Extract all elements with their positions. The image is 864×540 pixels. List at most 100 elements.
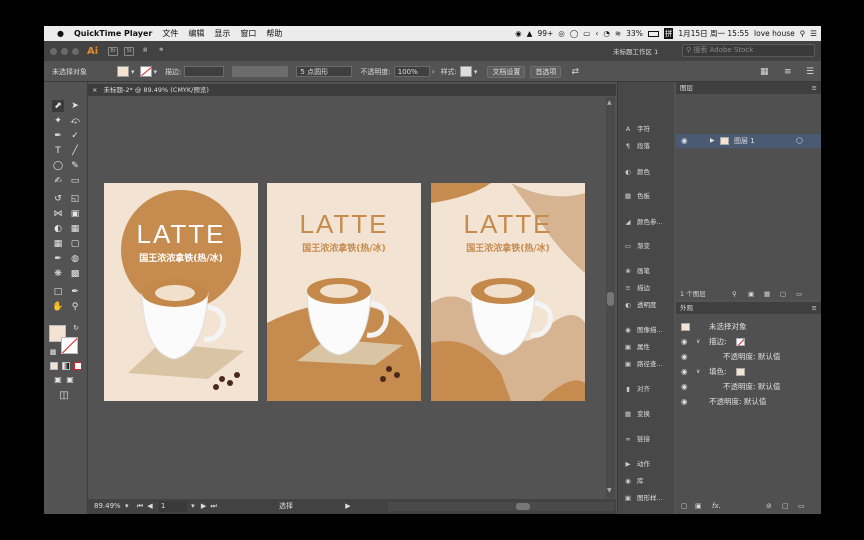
window-minimize-button[interactable] xyxy=(61,47,68,55)
bridge-button[interactable]: Br xyxy=(108,46,119,56)
artboard-3[interactable]: LATTE 国王浓浓拿铁(热/冰) xyxy=(431,183,585,401)
document-tab[interactable]: 未标题-2* @ 89.49% (CMYK/预览) xyxy=(104,86,209,94)
artboard-tool-icon[interactable]: □ xyxy=(52,286,64,298)
last-artboard-icon[interactable]: ⏭ xyxy=(210,502,216,510)
workspace-switcher[interactable]: 未标题工作区 1 xyxy=(613,46,658,56)
notification-badge[interactable]: 99+ xyxy=(537,29,553,38)
layers-tab[interactable]: 图层 ≡ xyxy=(676,82,821,94)
chevron-right-icon[interactable]: › xyxy=(432,68,435,76)
timemachine-icon[interactable]: ◔ xyxy=(603,29,610,38)
line-tool-icon[interactable]: ╱ xyxy=(69,145,81,157)
dock-align[interactable]: ▮ 对齐 xyxy=(623,382,650,396)
dock-actions[interactable]: ▶ 动作 xyxy=(623,457,651,471)
stroke-swatch[interactable] xyxy=(139,66,152,77)
menu-file[interactable]: 文件 xyxy=(157,28,183,39)
scale-tool-icon[interactable]: ◱ xyxy=(69,193,81,205)
magic-wand-tool-icon[interactable]: ✦ xyxy=(52,115,64,127)
chevron-icon[interactable]: ‹ xyxy=(595,29,598,38)
direct-selection-tool-icon[interactable]: ➤ xyxy=(69,100,81,112)
dock-color-guide[interactable]: ◢ 颜色参... xyxy=(623,215,663,229)
horizontal-scroll-thumb[interactable] xyxy=(516,503,530,510)
scroll-thumb[interactable] xyxy=(607,292,614,306)
locate-object-icon[interactable]: ⚲ xyxy=(732,288,737,300)
document-setup-button[interactable]: 文档设置 xyxy=(487,65,526,78)
chevron-down-icon[interactable]: ▾ xyxy=(474,68,478,76)
new-sublayer-icon[interactable]: ▦ xyxy=(764,288,770,300)
chevron-down-icon[interactable]: ▾ xyxy=(125,502,129,510)
next-artboard-icon[interactable]: ▶ xyxy=(201,502,206,510)
panel-menu-icon[interactable]: ≡ xyxy=(812,82,817,94)
gpu-icon[interactable]: ✽ xyxy=(156,47,166,56)
eyedropper-tool-icon[interactable]: ✒ xyxy=(52,253,64,265)
ellipse-tool-icon[interactable]: ◯ xyxy=(52,160,64,172)
record-icon[interactable]: ◎ xyxy=(558,29,565,38)
stroke-opacity-row[interactable]: ◉ 不透明度: 默认值 xyxy=(676,350,821,364)
appearance-tab[interactable]: 外观 ≡ xyxy=(676,302,821,314)
expand-chevron-icon[interactable]: ▶ xyxy=(710,134,715,148)
dock-pathfinder[interactable]: ▣ 路径查... xyxy=(623,357,663,371)
zoom-tool-icon[interactable]: ⚲ xyxy=(69,301,81,313)
window-close-button[interactable] xyxy=(50,47,57,55)
opacity-input[interactable]: 100% xyxy=(393,66,430,77)
lasso-tool-icon[interactable]: ⤽ xyxy=(69,115,81,127)
dock-swatches[interactable]: ▦ 色板 xyxy=(623,189,650,203)
menu-help[interactable]: 帮助 xyxy=(261,28,287,39)
color-mode-button[interactable] xyxy=(50,362,58,370)
user-name[interactable]: love house xyxy=(754,29,795,38)
column-graph-tool-icon[interactable]: ▩ xyxy=(69,268,81,280)
type-tool-icon[interactable]: T xyxy=(52,145,64,157)
datetime[interactable]: 1月15日 周一 15:55 xyxy=(678,28,749,39)
layer-row[interactable]: ◉ ▶ 图层 1 ◯ xyxy=(676,134,821,148)
dock-graphic-styles[interactable]: ▣ 图形样... xyxy=(623,491,663,505)
dock-libraries[interactable]: ◉ 库 xyxy=(623,474,643,488)
apple-icon[interactable]: ● xyxy=(52,29,69,38)
spotlight-icon[interactable]: ⚲ xyxy=(800,29,806,38)
visibility-eye-icon[interactable]: ◉ xyxy=(681,365,688,379)
dock-gradient[interactable]: ▭ 渐变 xyxy=(623,239,650,253)
prev-artboard-icon[interactable]: ◀ xyxy=(147,502,152,510)
arrange-documents-icon[interactable]: ▦ xyxy=(140,47,150,56)
add-stroke-icon[interactable]: ▢ xyxy=(681,500,688,512)
dock-character[interactable]: A 字符 xyxy=(623,122,650,136)
visibility-eye-icon[interactable]: ◉ xyxy=(681,350,688,364)
dock-links[interactable]: ∞ 链接 xyxy=(623,432,650,446)
slice-tool-icon[interactable]: ✒ xyxy=(69,286,81,298)
circle-icon[interactable]: ◯ xyxy=(570,29,578,38)
artboard-1[interactable]: LATTE 国王浓浓拿铁(热/冰) xyxy=(104,183,258,401)
visibility-eye-icon[interactable]: ◉ xyxy=(681,134,688,148)
qq-icon[interactable]: ▲ xyxy=(527,29,533,38)
panel-options-icon[interactable]: ☰ xyxy=(806,67,814,77)
pen-tool-icon[interactable]: ✒ xyxy=(52,130,64,142)
visibility-eye-icon[interactable]: ◉ xyxy=(681,380,688,394)
width-tool-icon[interactable]: ⋈ xyxy=(52,208,64,220)
canvas[interactable]: LATTE 国王浓浓拿铁(热/冰) LATTE 国王浓浓拿铁(热/冰) LATT… xyxy=(90,97,606,498)
fill-swatch[interactable] xyxy=(736,368,745,376)
swap-colors-icon[interactable]: ↻ xyxy=(70,322,82,334)
dock-transform[interactable]: ▦ 变换 xyxy=(623,407,650,421)
stroke-weight-input[interactable] xyxy=(184,66,225,77)
blend-tool-icon[interactable]: ◍ xyxy=(69,253,81,265)
style-swatch[interactable] xyxy=(459,66,472,77)
eraser-tool-icon[interactable]: ▭ xyxy=(69,175,81,187)
screen-mode-icon[interactable]: ◫ xyxy=(58,390,70,402)
hand-tool-icon[interactable]: ✋ xyxy=(52,301,64,313)
stroke-color-box[interactable] xyxy=(61,337,78,354)
dock-transparency[interactable]: ◐ 透明度 xyxy=(623,298,656,312)
zoom-field[interactable]: 89.49% xyxy=(94,502,121,510)
menu-window[interactable]: 窗口 xyxy=(235,28,261,39)
brush-definition[interactable]: 5 点圆形 xyxy=(296,66,353,77)
dock-brushes[interactable]: ❀ 画笔 xyxy=(623,264,650,278)
airplay-icon[interactable]: ▭ xyxy=(583,29,590,38)
none-mode-button[interactable] xyxy=(74,362,82,370)
wechat-icon[interactable]: ◉ xyxy=(515,29,522,38)
expand-chevron-icon[interactable]: ∨ xyxy=(696,335,700,349)
panel-menu-icon[interactable]: ≡ xyxy=(812,302,817,314)
shaper-tool-icon[interactable]: ✍ xyxy=(52,175,64,187)
layer-name[interactable]: 图层 1 xyxy=(734,134,755,148)
wifi-icon[interactable]: ≋ xyxy=(615,29,621,38)
menu-view[interactable]: 显示 xyxy=(209,28,235,39)
dock-attributes[interactable]: ▣ 属性 xyxy=(623,340,650,354)
input-method-icon[interactable]: 拼 xyxy=(663,28,674,39)
gradient-mode-button[interactable] xyxy=(62,362,70,370)
delete-item-icon[interactable]: ▭ xyxy=(798,500,805,512)
